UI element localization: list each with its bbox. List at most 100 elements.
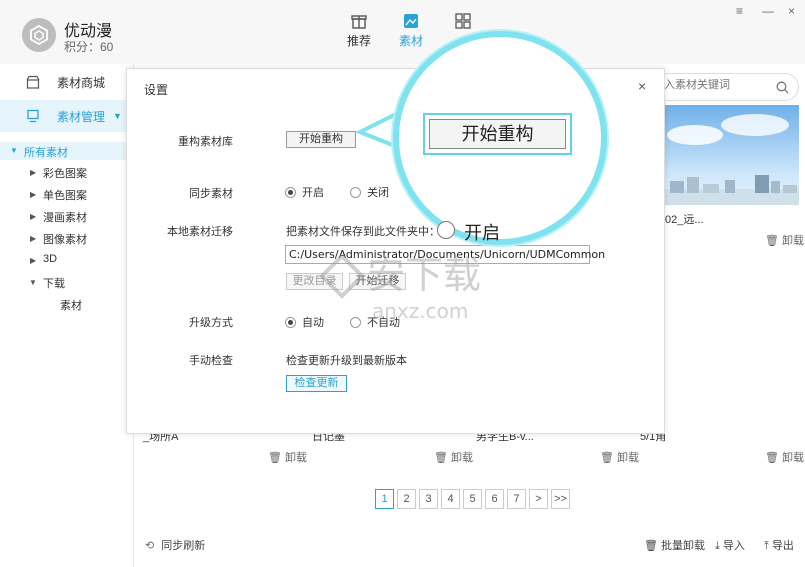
- upgrade-auto-label: 自动: [302, 317, 324, 329]
- sync-off-radio[interactable]: 关闭: [350, 184, 389, 200]
- callout-radio-dot: [437, 221, 455, 239]
- uninstall-label: 卸载: [617, 452, 640, 464]
- image-icon: [404, 14, 418, 28]
- search-input[interactable]: [664, 79, 774, 91]
- export-icon: ⤒: [764, 540, 769, 552]
- city-skyline-image: [665, 114, 799, 205]
- rebuild-label: 重构素材库: [178, 136, 233, 148]
- export-label: 导出: [771, 540, 794, 552]
- sync-refresh-label: 同步刷新: [161, 540, 206, 552]
- upgrade-manual-radio[interactable]: 不自动: [350, 314, 400, 330]
- trash-icon: 🗑: [644, 540, 658, 552]
- uninstall-label: 卸载: [285, 452, 308, 464]
- sync-label: 同步素材: [189, 188, 233, 200]
- start-migrate-button[interactable]: 开始迁移: [349, 273, 406, 290]
- rebuild-button[interactable]: 开始重构: [286, 131, 356, 148]
- refresh-icon: ⟲: [145, 540, 155, 552]
- check-update-button[interactable]: 检查更新: [286, 375, 347, 392]
- cube-logo-icon: [30, 24, 48, 46]
- dialog-close-icon[interactable]: ×: [638, 78, 646, 94]
- caret-right-icon: ▶: [30, 190, 37, 199]
- trash-icon: 🗑: [600, 452, 614, 464]
- callout-radio-label: 开启: [464, 223, 500, 243]
- next-page-button[interactable]: >: [529, 489, 548, 509]
- uninstall-button[interactable]: 🗑 卸载: [268, 449, 307, 465]
- trash-icon: 🗑: [765, 452, 779, 464]
- page-button[interactable]: 1: [375, 489, 394, 509]
- sidebar: 素材商城 素材管理 ▼ ▼ 所有素材 ▶ 彩色图案 ▶ 单色图案 ▶ 漫画素材 …: [0, 64, 134, 567]
- tree-item-label: 彩色图案: [43, 168, 87, 180]
- tree-item-all[interactable]: ▼ 所有素材: [0, 142, 134, 160]
- migrate-description: 把素材文件保存到此文件夹中：: [286, 226, 440, 238]
- sync-on-radio[interactable]: 开启: [285, 184, 324, 200]
- page-button[interactable]: 7: [507, 489, 526, 509]
- dialog-title: 设置: [144, 83, 169, 97]
- radio-dot: [285, 316, 296, 328]
- gift-icon: [351, 15, 367, 29]
- callout-rebuild-button: 开始重构: [429, 119, 566, 149]
- change-dir-button[interactable]: 更改目录: [286, 273, 343, 290]
- search-box[interactable]: [655, 73, 799, 101]
- caret-right-icon: ▶: [30, 212, 37, 221]
- uninstall-button[interactable]: 🗑 卸载: [600, 449, 639, 465]
- page-button[interactable]: 4: [441, 489, 460, 509]
- chevron-down-icon: ▼: [113, 111, 122, 121]
- tree-item-label: 单色图案: [43, 190, 87, 202]
- migrate-label: 本地素材迁移: [167, 226, 233, 238]
- sync-on-label: 开启: [302, 187, 324, 199]
- grid-icon: [455, 13, 471, 29]
- monitor-icon: [27, 109, 39, 123]
- import-icon: ⤓: [715, 540, 720, 552]
- batch-uninstall-label: 批量卸载: [661, 540, 706, 552]
- caret-down-icon: ▼: [10, 146, 18, 155]
- sidebar-item-store[interactable]: 素材商城: [0, 68, 134, 96]
- import-button[interactable]: ⤓ 导入: [715, 537, 745, 553]
- caret-right-icon: ▶: [30, 168, 37, 177]
- tab-material-label: 素材: [398, 34, 423, 48]
- tab-material[interactable]: 素材: [391, 12, 431, 49]
- uninstall-button[interactable]: 🗑 卸载: [765, 449, 804, 465]
- uninstall-button[interactable]: 🗑 卸载: [765, 232, 804, 248]
- uninstall-button[interactable]: 🗑 卸载: [434, 449, 473, 465]
- trash-icon: 🗑: [765, 235, 779, 247]
- upgrade-label: 升级方式: [189, 317, 233, 329]
- store-icon: [26, 75, 40, 89]
- manual-check-label: 手动检查: [189, 355, 233, 367]
- points-label: 积分：60: [64, 40, 114, 54]
- sync-refresh-button[interactable]: ⟲ 同步刷新: [145, 537, 205, 553]
- minimize-icon[interactable]: —: [762, 4, 774, 18]
- tree-item-label: 图像素材: [43, 234, 87, 246]
- last-page-button[interactable]: >>: [551, 489, 570, 509]
- batch-uninstall-button[interactable]: 🗑 批量卸载: [644, 537, 705, 553]
- import-label: 导入: [722, 540, 745, 552]
- tab-recommend-label: 推荐: [346, 34, 371, 48]
- sidebar-item-manage[interactable]: 素材管理 ▼: [0, 100, 134, 132]
- radio-dot: [285, 186, 296, 198]
- page-button[interactable]: 2: [397, 489, 416, 509]
- uninstall-label: 卸载: [782, 235, 805, 247]
- trash-icon: 🗑: [268, 452, 282, 464]
- migrate-path-field[interactable]: C:/Users/Administrator/Documents/Unicorn…: [285, 245, 605, 264]
- material-thumbnail[interactable]: [665, 105, 799, 205]
- caret-right-icon: ▶: [30, 256, 37, 265]
- tab-recommend[interactable]: 推荐: [339, 12, 379, 49]
- caret-down-icon: ▼: [29, 278, 37, 287]
- close-icon[interactable]: ×: [788, 4, 795, 18]
- radio-dot: [350, 316, 361, 328]
- export-button[interactable]: ⤒ 导出: [764, 537, 794, 553]
- tree-item-label: 下载: [43, 278, 65, 290]
- radio-dot: [350, 186, 361, 198]
- upgrade-auto-radio[interactable]: 自动: [285, 314, 324, 330]
- avatar[interactable]: [22, 18, 56, 52]
- page-button[interactable]: 6: [485, 489, 504, 509]
- thumbnail-caption: 02_远...: [665, 214, 704, 226]
- page-button[interactable]: 3: [419, 489, 438, 509]
- uninstall-label: 卸载: [782, 452, 805, 464]
- tab-apps[interactable]: [443, 12, 483, 32]
- menu-icon[interactable]: ≡: [736, 4, 743, 18]
- upgrade-manual-label: 不自动: [367, 317, 400, 329]
- page-button[interactable]: 5: [463, 489, 482, 509]
- search-icon[interactable]: [776, 81, 789, 94]
- tree-item-download-material[interactable]: 素材: [60, 297, 82, 313]
- sidebar-item-store-label: 素材商城: [57, 75, 106, 90]
